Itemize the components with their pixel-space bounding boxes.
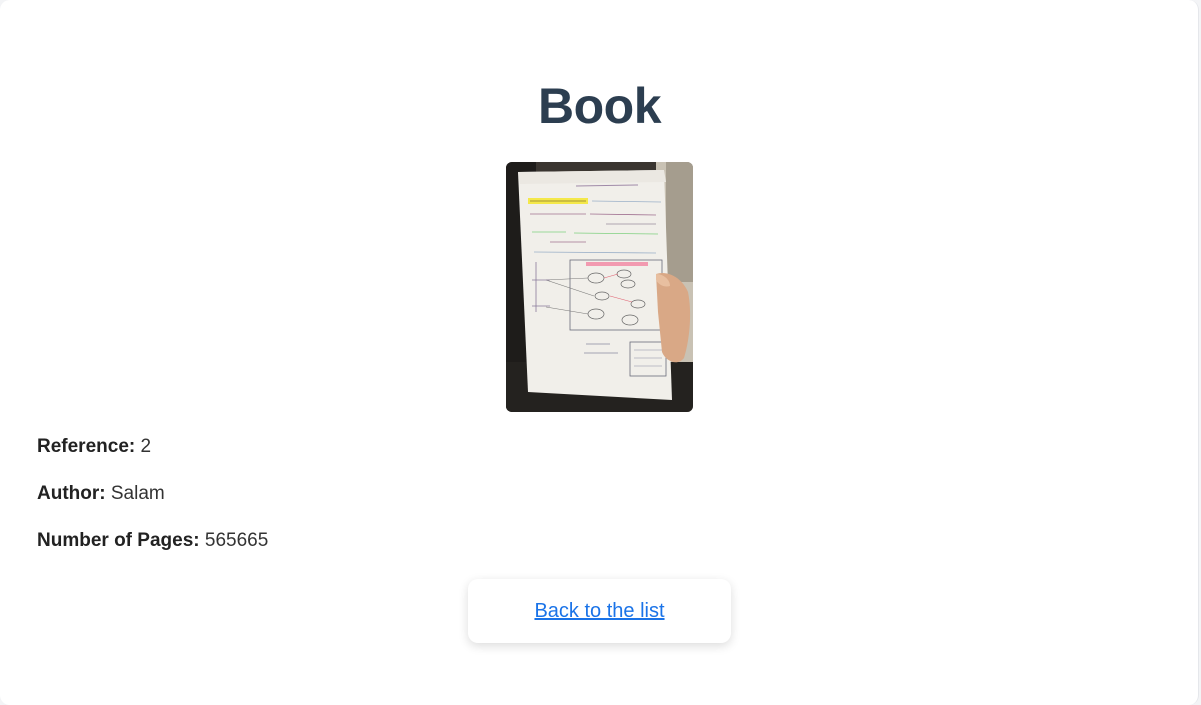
book-cover-illustration: [506, 162, 693, 412]
book-cover-image: [506, 162, 693, 412]
pages-value: 565665: [204, 530, 269, 551]
pages-row: Number of Pages: 565665: [37, 529, 268, 553]
reference-value: 2: [140, 436, 152, 457]
book-detail-card: Book Reference: 2 Author: Salam Number o…: [0, 0, 1199, 705]
reference-row: Reference: 2: [37, 435, 151, 459]
author-row: Author: Salam: [37, 482, 165, 506]
author-value: Salam: [110, 483, 165, 504]
back-to-list-link[interactable]: Back to the list: [534, 600, 664, 623]
pages-label: Number of Pages:: [37, 530, 200, 551]
back-to-list-container: Back to the list: [468, 579, 731, 643]
page-title: Book: [538, 78, 662, 134]
reference-label: Reference:: [37, 436, 136, 457]
author-label: Author:: [37, 483, 106, 504]
